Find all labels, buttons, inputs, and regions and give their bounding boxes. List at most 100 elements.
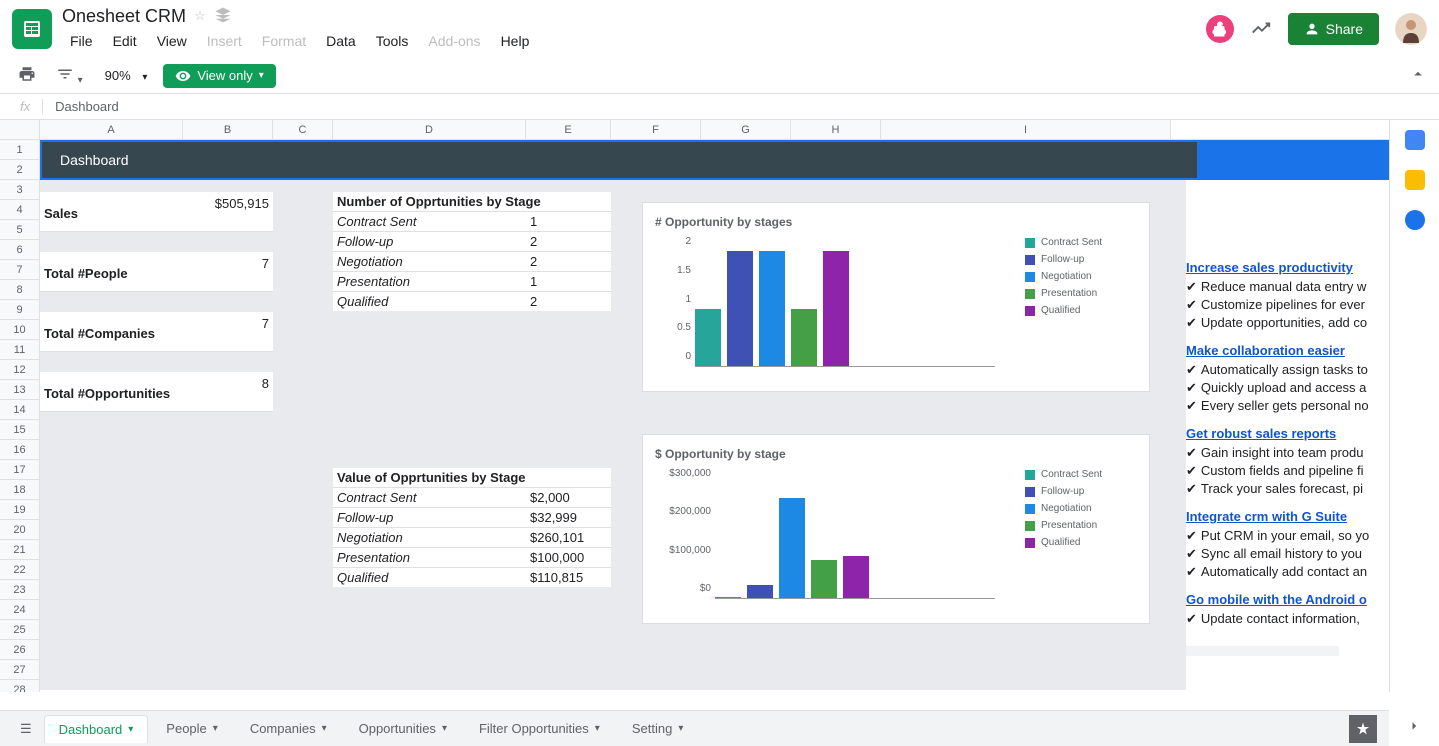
info-item: ✔Put CRM in your email, so yo <box>1186 528 1376 544</box>
col-header[interactable]: D <box>333 120 526 139</box>
select-all-corner[interactable] <box>0 120 40 139</box>
extension-icon[interactable] <box>1206 15 1234 43</box>
row-header[interactable]: 16 <box>0 440 40 460</box>
info-link[interactable]: Integrate crm with G Suite <box>1186 509 1376 524</box>
col-header[interactable]: C <box>273 120 333 139</box>
y-tick-label: $0 <box>700 583 711 594</box>
col-header[interactable]: B <box>183 120 273 139</box>
move-to-drive-icon[interactable] <box>214 6 232 27</box>
tab-dropdown-icon[interactable]: ▾ <box>128 724 133 735</box>
tab-dropdown-icon[interactable]: ▾ <box>442 723 447 734</box>
tab-dropdown-icon[interactable]: ▾ <box>322 723 327 734</box>
info-link[interactable]: Get robust sales reports <box>1186 426 1376 441</box>
sheet-tab[interactable]: Companies ▾ <box>236 715 341 743</box>
chart-opportunity-value[interactable]: $ Opportunity by stage $0$100,000$200,00… <box>642 434 1150 624</box>
collapse-toolbar-icon[interactable] <box>1409 65 1427 86</box>
calendar-icon[interactable] <box>1405 130 1425 150</box>
info-link[interactable]: Increase sales productivity <box>1186 260 1376 275</box>
row-header[interactable]: 7 <box>0 260 40 280</box>
row-header[interactable]: 11 <box>0 340 40 360</box>
user-avatar[interactable] <box>1395 13 1427 45</box>
share-button[interactable]: Share <box>1288 13 1379 45</box>
row-header[interactable]: 20 <box>0 520 40 540</box>
row-header[interactable]: 22 <box>0 560 40 580</box>
filter-icon[interactable]: ▾ <box>50 61 89 90</box>
col-header[interactable]: I <box>881 120 1171 139</box>
check-icon: ✔ <box>1186 611 1197 626</box>
doc-title[interactable]: Onesheet CRM <box>62 6 186 27</box>
menu-addons[interactable]: Add-ons <box>420 29 488 53</box>
sheet-tab[interactable]: People ▾ <box>152 715 232 743</box>
info-item: ✔Quickly upload and access a <box>1186 380 1376 396</box>
people-value: 7 <box>183 252 273 291</box>
view-only-button[interactable]: View only ▾ <box>163 64 275 88</box>
sheet-tab[interactable]: Filter Opportunities ▾ <box>465 715 614 743</box>
sales-label: Sales <box>40 192 183 231</box>
explore-button[interactable] <box>1349 715 1377 743</box>
row-header[interactable]: 3 <box>0 180 40 200</box>
menu-view[interactable]: View <box>149 29 195 53</box>
sheets-icon[interactable] <box>12 9 52 49</box>
row-header[interactable]: 9 <box>0 300 40 320</box>
row-header[interactable]: 8 <box>0 280 40 300</box>
row-header[interactable]: 6 <box>0 240 40 260</box>
stage-name: Presentation <box>333 548 526 567</box>
menu-edit[interactable]: Edit <box>105 29 145 53</box>
stage-value: $32,999 <box>526 508 611 527</box>
col-header[interactable]: A <box>40 120 183 139</box>
keep-icon[interactable] <box>1405 170 1425 190</box>
all-sheets-icon[interactable]: ☰ <box>12 717 40 741</box>
row-header[interactable]: 27 <box>0 660 40 680</box>
row-header[interactable]: 24 <box>0 600 40 620</box>
stage-name: Contract Sent <box>333 488 526 507</box>
print-icon[interactable] <box>12 61 42 90</box>
opps-value: 8 <box>183 372 273 411</box>
row-header[interactable]: 10 <box>0 320 40 340</box>
row-header[interactable]: 23 <box>0 580 40 600</box>
tab-dropdown-icon[interactable]: ▾ <box>213 723 218 734</box>
star-icon[interactable]: ☆ <box>194 8 206 24</box>
sheet-tab[interactable]: Opportunities ▾ <box>345 715 461 743</box>
tab-dropdown-icon[interactable]: ▾ <box>595 723 600 734</box>
tab-label: Companies <box>250 721 316 736</box>
activity-icon[interactable] <box>1250 17 1272 42</box>
sheet-tab[interactable]: Dashboard ▾ <box>44 715 149 743</box>
row-header[interactable]: 21 <box>0 540 40 560</box>
spreadsheet-grid[interactable]: A B C D E F G H I 1234567891011121314151… <box>0 120 1389 692</box>
row-header[interactable]: 5 <box>0 220 40 240</box>
menu-tools[interactable]: Tools <box>368 29 417 53</box>
col-header[interactable]: F <box>611 120 701 139</box>
info-link[interactable]: Go mobile with the Android o <box>1186 592 1376 607</box>
row-header[interactable]: 18 <box>0 480 40 500</box>
menu-data[interactable]: Data <box>318 29 364 53</box>
info-link[interactable]: Make collaboration easier <box>1186 343 1376 358</box>
row-header[interactable]: 15 <box>0 420 40 440</box>
row-header[interactable]: 13 <box>0 380 40 400</box>
row-header[interactable]: 25 <box>0 620 40 640</box>
tasks-icon[interactable] <box>1405 210 1425 230</box>
chart-opportunity-count[interactable]: # Opportunity by stages 00.511.52 Contra… <box>642 202 1150 392</box>
row-header[interactable]: 1 <box>0 140 40 160</box>
menu-help[interactable]: Help <box>493 29 538 53</box>
menu-insert[interactable]: Insert <box>199 29 250 53</box>
tab-dropdown-icon[interactable]: ▾ <box>678 723 683 734</box>
stage-value: 1 <box>526 212 611 231</box>
zoom-select[interactable]: 90% ▾ <box>97 64 156 87</box>
row-header[interactable]: 14 <box>0 400 40 420</box>
menu-file[interactable]: File <box>62 29 101 53</box>
row-header[interactable]: 17 <box>0 460 40 480</box>
sheet-tab[interactable]: Setting ▾ <box>618 715 698 743</box>
col-header[interactable]: G <box>701 120 791 139</box>
title-area: Onesheet CRM ☆ File Edit View Insert For… <box>62 6 1206 53</box>
row-header[interactable]: 2 <box>0 160 40 180</box>
row-header[interactable]: 26 <box>0 640 40 660</box>
side-panel-toggle-icon[interactable] <box>1405 717 1423 738</box>
row-header[interactable]: 28 <box>0 680 40 692</box>
row-header[interactable]: 12 <box>0 360 40 380</box>
formula-input[interactable]: Dashboard <box>43 99 1431 114</box>
col-header[interactable]: H <box>791 120 881 139</box>
menu-format[interactable]: Format <box>254 29 314 53</box>
row-header[interactable]: 4 <box>0 200 40 220</box>
col-header[interactable]: E <box>526 120 611 139</box>
row-header[interactable]: 19 <box>0 500 40 520</box>
